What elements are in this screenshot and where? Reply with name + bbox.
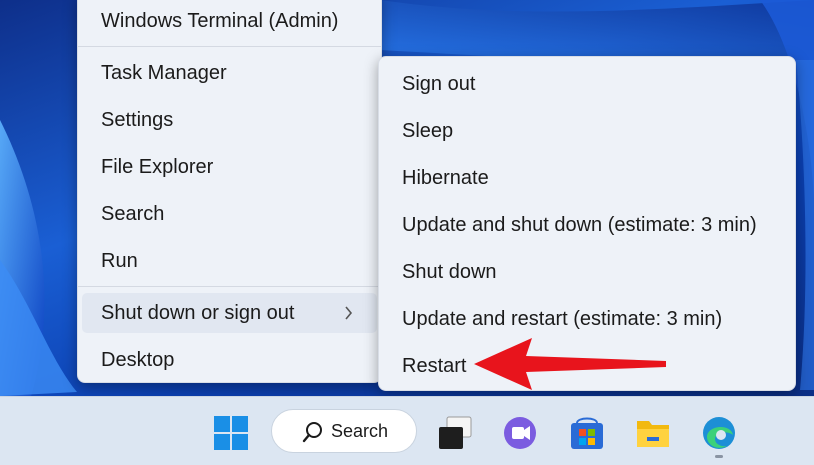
chat-icon[interactable] — [502, 415, 538, 451]
microsoft-store-icon[interactable] — [569, 415, 605, 451]
menu-item-task-manager[interactable]: Task Manager — [82, 53, 377, 93]
task-view-icon[interactable] — [437, 415, 473, 451]
submenu-item-shut-down[interactable]: Shut down — [383, 252, 791, 292]
taskbar: Search — [0, 396, 814, 465]
windows-start-icon[interactable] — [213, 415, 249, 451]
submenu-item-update-and-restart[interactable]: Update and restart (estimate: 3 min) — [383, 299, 791, 339]
running-indicator — [715, 455, 723, 458]
submenu-item-sign-out[interactable]: Sign out — [383, 64, 791, 104]
edge-icon[interactable] — [701, 415, 737, 451]
submenu-item-update-and-shut-down[interactable]: Update and shut down (estimate: 3 min) — [383, 205, 791, 245]
red-arrow-icon — [474, 338, 666, 390]
menu-item-label: Shut down or sign out — [101, 302, 295, 324]
menu-separator — [78, 46, 381, 47]
menu-item-windows-terminal-admin[interactable]: Windows Terminal (Admin) — [82, 1, 377, 41]
menu-item-search[interactable]: Search — [82, 194, 377, 234]
search-icon — [302, 422, 322, 443]
winx-context-menu: Windows Terminal (Admin) Task Manager Se… — [77, 0, 382, 383]
submenu-item-sleep[interactable]: Sleep — [383, 111, 791, 151]
menu-item-run[interactable]: Run — [82, 241, 377, 281]
menu-item-desktop[interactable]: Desktop — [82, 340, 377, 380]
submenu-item-hibernate[interactable]: Hibernate — [383, 158, 791, 198]
menu-item-shut-down-or-sign-out[interactable]: Shut down or sign out — [82, 293, 377, 333]
taskbar-search-box[interactable]: Search — [271, 409, 417, 453]
chevron-right-icon — [345, 306, 353, 320]
menu-item-settings[interactable]: Settings — [82, 100, 377, 140]
file-explorer-icon[interactable] — [635, 415, 671, 451]
search-label: Search — [331, 421, 389, 441]
menu-separator — [78, 286, 381, 287]
menu-item-file-explorer[interactable]: File Explorer — [82, 147, 377, 187]
